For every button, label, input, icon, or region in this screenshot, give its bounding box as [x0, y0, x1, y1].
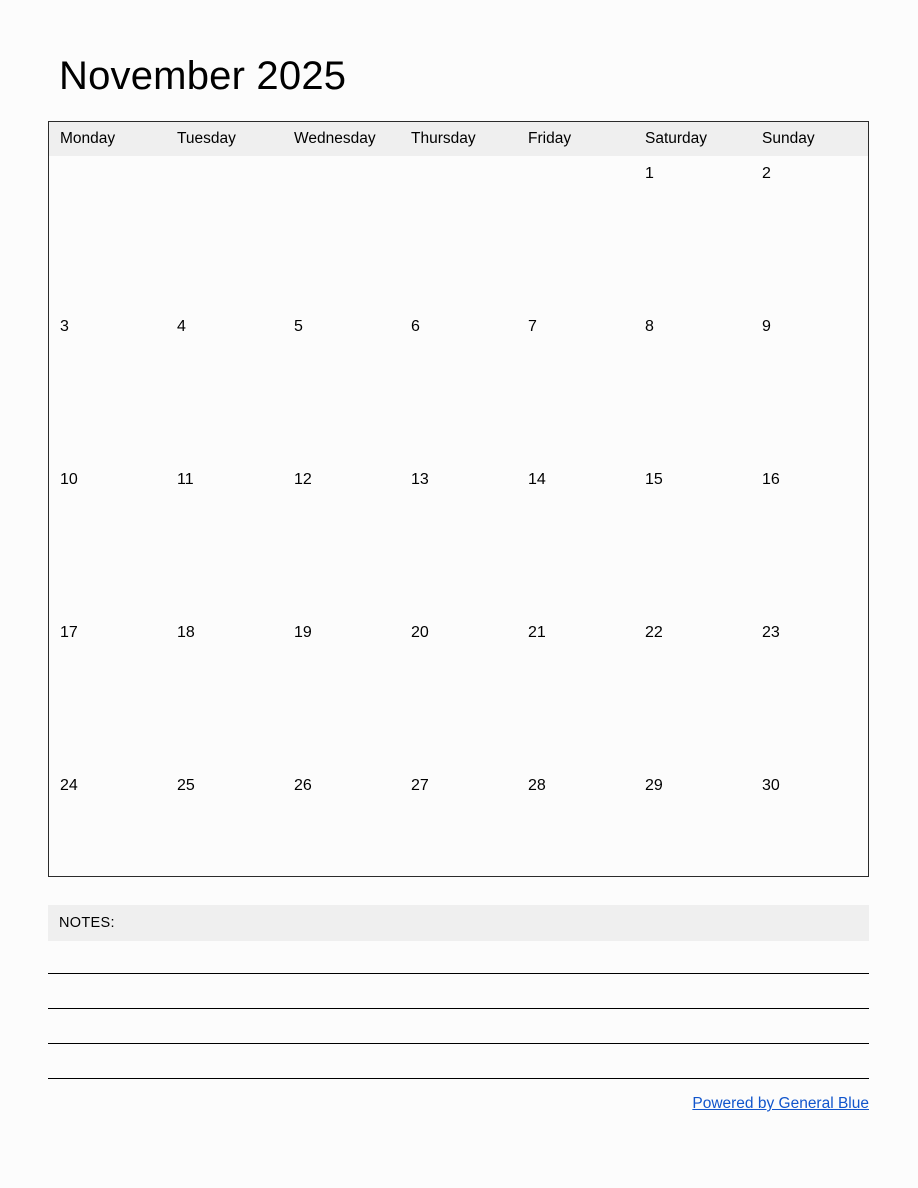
day-cell[interactable]: 11	[166, 462, 283, 615]
calendar-week-row: 24 25 26 27 28 29 30	[49, 768, 868, 921]
notes-label: NOTES:	[59, 915, 115, 931]
notes-writing-line[interactable]	[48, 973, 869, 974]
day-cell[interactable]: 8	[634, 309, 751, 462]
calendar-grid: Monday Tuesday Wednesday Thursday Friday…	[48, 121, 869, 877]
calendar-header-row-group: Monday Tuesday Wednesday Thursday Friday…	[49, 122, 868, 156]
day-cell[interactable]: 25	[166, 768, 283, 921]
day-cell[interactable]: 16	[751, 462, 868, 615]
day-cell[interactable]: 10	[49, 462, 166, 615]
day-cell[interactable]: 5	[283, 309, 400, 462]
day-cell[interactable]	[400, 156, 517, 309]
day-cell[interactable]: 28	[517, 768, 634, 921]
day-cell[interactable]: 23	[751, 615, 868, 768]
day-cell[interactable]: 21	[517, 615, 634, 768]
weekday-header-thursday: Thursday	[400, 122, 517, 156]
notes-writing-line[interactable]	[48, 1043, 869, 1044]
notes-writing-line[interactable]	[48, 1078, 869, 1079]
day-cell[interactable]: 4	[166, 309, 283, 462]
day-cell[interactable]: 26	[283, 768, 400, 921]
notes-writing-line[interactable]	[48, 1008, 869, 1009]
day-cell[interactable]	[49, 156, 166, 309]
page-title: November 2025	[59, 54, 347, 98]
calendar-page: November 2025 Monday Tuesday Wednesday T…	[0, 0, 918, 1188]
calendar-table: Monday Tuesday Wednesday Thursday Friday…	[49, 122, 868, 921]
day-cell[interactable]: 24	[49, 768, 166, 921]
day-cell[interactable]: 6	[400, 309, 517, 462]
notes-section-header: NOTES:	[48, 905, 869, 941]
day-cell[interactable]: 12	[283, 462, 400, 615]
day-cell[interactable]: 3	[49, 309, 166, 462]
weekday-header-row: Monday Tuesday Wednesday Thursday Friday…	[49, 122, 868, 156]
day-cell[interactable]	[283, 156, 400, 309]
powered-by-link[interactable]: Powered by General Blue	[692, 1094, 869, 1114]
day-cell[interactable]: 22	[634, 615, 751, 768]
day-cell[interactable]: 14	[517, 462, 634, 615]
calendar-week-row: 3 4 5 6 7 8 9	[49, 309, 868, 462]
weekday-header-tuesday: Tuesday	[166, 122, 283, 156]
day-cell[interactable]: 7	[517, 309, 634, 462]
day-cell[interactable]	[517, 156, 634, 309]
weekday-header-saturday: Saturday	[634, 122, 751, 156]
day-cell[interactable]: 2	[751, 156, 868, 309]
day-cell[interactable]: 30	[751, 768, 868, 921]
weekday-header-sunday: Sunday	[751, 122, 868, 156]
day-cell[interactable]: 15	[634, 462, 751, 615]
day-cell[interactable]	[166, 156, 283, 309]
day-cell[interactable]: 27	[400, 768, 517, 921]
calendar-week-row: 1 2	[49, 156, 868, 309]
calendar-week-row: 17 18 19 20 21 22 23	[49, 615, 868, 768]
calendar-week-row: 10 11 12 13 14 15 16	[49, 462, 868, 615]
weekday-header-wednesday: Wednesday	[283, 122, 400, 156]
day-cell[interactable]: 19	[283, 615, 400, 768]
day-cell[interactable]: 13	[400, 462, 517, 615]
weekday-header-monday: Monday	[49, 122, 166, 156]
day-cell[interactable]: 9	[751, 309, 868, 462]
weekday-header-friday: Friday	[517, 122, 634, 156]
day-cell[interactable]: 29	[634, 768, 751, 921]
day-cell[interactable]: 18	[166, 615, 283, 768]
day-cell[interactable]: 20	[400, 615, 517, 768]
day-cell[interactable]: 17	[49, 615, 166, 768]
day-cell[interactable]: 1	[634, 156, 751, 309]
calendar-body: 1 2 3 4 5 6 7 8 9 10 11 12 13 14 15 16 1…	[49, 156, 868, 921]
